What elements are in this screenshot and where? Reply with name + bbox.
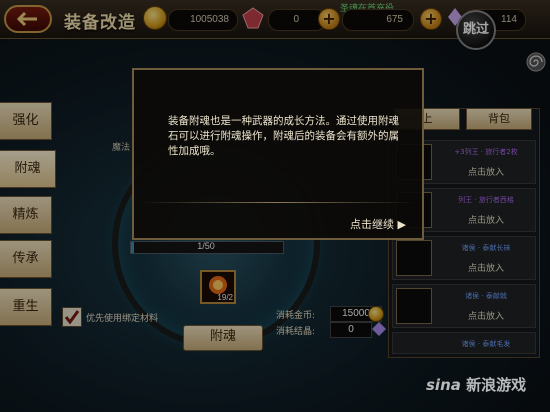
play-arrow-icon: ▶ [397,218,406,231]
dialog-divider [140,202,416,203]
continue-button[interactable]: 点击继续 ▶ [350,216,406,232]
dialog-message: 装备附魂也是一种武器的成长方法。通过使用附魂石可以进行附魂操作，附魂后的装备会有… [168,115,399,157]
watermark: sina 新浪游戏 [426,374,526,395]
sina-logo-icon: sina [426,376,461,394]
watermark-text: 新浪游戏 [466,376,527,394]
tutorial-dialog[interactable]: 装备附魂也是一种武器的成长方法。通过使用附魂石可以进行附魂操作，附魂后的装备会有… [132,68,424,240]
continue-label: 点击继续 [350,218,395,231]
